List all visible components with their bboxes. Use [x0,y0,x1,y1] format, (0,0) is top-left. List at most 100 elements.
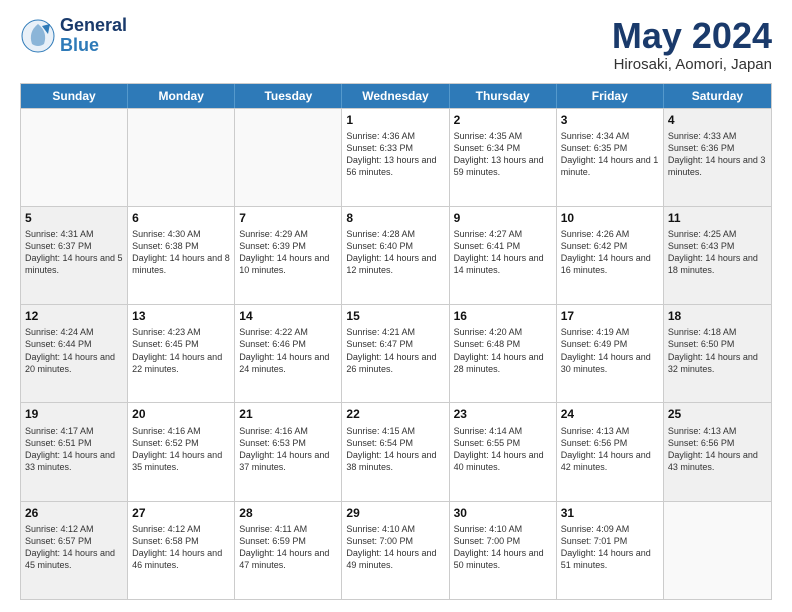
daylight-text: Daylight: 14 hours and 40 minutes. [454,449,552,473]
cal-cell-empty [664,502,771,599]
sunset-text: Sunset: 6:37 PM [25,240,123,252]
sunrise-text: Sunrise: 4:16 AM [132,425,230,437]
cal-cell-5: 5Sunrise: 4:31 AMSunset: 6:37 PMDaylight… [21,207,128,304]
sunrise-text: Sunrise: 4:36 AM [346,130,444,142]
sunset-text: Sunset: 6:56 PM [668,437,767,449]
day-number: 14 [239,308,337,324]
calendar-subtitle: Hirosaki, Aomori, Japan [612,56,772,73]
cal-cell-empty [21,109,128,206]
sunset-text: Sunset: 6:55 PM [454,437,552,449]
sunrise-text: Sunrise: 4:23 AM [132,326,230,338]
day-number: 26 [25,505,123,521]
header-cell-sunday: Sunday [21,84,128,108]
logo-line2: Blue [60,36,127,56]
sunrise-text: Sunrise: 4:12 AM [25,523,123,535]
sunrise-text: Sunrise: 4:25 AM [668,228,767,240]
calendar-row-2: 12Sunrise: 4:24 AMSunset: 6:44 PMDayligh… [21,304,771,402]
cal-cell-20: 20 Sunrise: 4:16 AMSunset: 6:52 PMDayligh… [128,403,235,500]
day-number: 20 [132,406,230,422]
daylight-text: Daylight: 14 hours and 43 minutes. [668,449,767,473]
sunset-text: Sunset: 6:49 PM [561,338,659,350]
day-number: 6 [132,210,230,226]
day-number: 27 [132,505,230,521]
header-cell-thursday: Thursday [450,84,557,108]
cal-cell-8: 8 Sunrise: 4:28 AMSunset: 6:40 PMDaylight… [342,207,449,304]
cal-cell-6: 6Sunrise: 4:30 AMSunset: 6:38 PMDaylight… [128,207,235,304]
sunset-text: Sunset: 6:43 PM [668,240,767,252]
daylight-text: Daylight: 14 hours and 50 minutes. [454,547,552,571]
cal-cell-13: 13Sunrise: 4:23 AMSunset: 6:45 PMDayligh… [128,305,235,402]
sunrise-text: Sunrise: 4:22 AM [239,326,337,338]
cal-cell-14: 14Sunrise: 4:22 AMSunset: 6:46 PMDayligh… [235,305,342,402]
sunrise-text: Sunrise: 4:28 AM [346,228,444,240]
sunset-text: Sunset: 6:52 PM [132,437,230,449]
sunset-text: Sunset: 6:34 PM [454,142,552,154]
cal-cell-19: 19Sunrise: 4:17 AMSunset: 6:51 PMDayligh… [21,403,128,500]
sunrise-text: Sunrise: 4:20 AM [454,326,552,338]
sunrise-text: Sunrise: 4:34 AM [561,130,659,142]
day-number: 28 [239,505,337,521]
daylight-text: Daylight: 14 hours and 35 minutes. [132,449,230,473]
day-number: 11 [668,210,767,226]
sunrise-text: Sunrise: 4:09 AM [561,523,659,535]
cal-cell-22: 22Sunrise: 4:15 AMSunset: 6:54 PMDayligh… [342,403,449,500]
calendar-row-0: 1Sunrise: 4:36 AMSunset: 6:33 PMDaylight… [21,108,771,206]
cal-cell-31: 31Sunrise: 4:09 AMSunset: 7:01 PMDayligh… [557,502,664,599]
sunset-text: Sunset: 6:40 PM [346,240,444,252]
daylight-text: Daylight: 14 hours and 1 minute. [561,154,659,178]
sunrise-text: Sunrise: 4:27 AM [454,228,552,240]
sunrise-text: Sunrise: 4:15 AM [346,425,444,437]
sunset-text: Sunset: 6:33 PM [346,142,444,154]
day-number: 30 [454,505,552,521]
calendar-header: SundayMondayTuesdayWednesdayThursdayFrid… [21,84,771,108]
cal-cell-2: 2Sunrise: 4:35 AMSunset: 6:34 PMDaylight… [450,109,557,206]
sunset-text: Sunset: 6:39 PM [239,240,337,252]
day-number: 17 [561,308,659,324]
daylight-text: Daylight: 14 hours and 16 minutes. [561,252,659,276]
sunrise-text: Sunrise: 4:13 AM [668,425,767,437]
sunrise-text: Sunrise: 4:24 AM [25,326,123,338]
cal-cell-11: 11 Sunrise: 4:25 AMSunset: 6:43 PMDayligh… [664,207,771,304]
calendar-row-3: 19 Sunrise: 4:17 AMSunset: 6:51 PM Dayligh… [21,402,771,500]
day-number: 15 [346,308,444,324]
sunrise-text: Sunrise: 4:18 AM [668,326,767,338]
daylight-text: Daylight: 14 hours and 12 minutes. [346,252,444,276]
sunset-text: Sunset: 7:00 PM [346,535,444,547]
cal-cell-26: 26Sunrise: 4:12 AMSunset: 6:57 PMDayligh… [21,502,128,599]
daylight-text: Daylight: 14 hours and 5 minutes. [25,252,123,276]
header-cell-monday: Monday [128,84,235,108]
sunrise-text: Sunrise: 4:17 AM [25,425,123,437]
cal-cell-23: 23Sunrise: 4:14 AMSunset: 6:55 PMDayligh… [450,403,557,500]
sunset-text: Sunset: 6:38 PM [132,240,230,252]
sunset-text: Sunset: 6:51 PM [25,437,123,449]
sunrise-text: Sunrise: 4:16 AM [239,425,337,437]
day-number: 12 [25,308,123,324]
sunrise-text: Sunrise: 4:19 AM [561,326,659,338]
cal-cell-7: 7Sunrise: 4:29 AMSunset: 6:39 PMDaylight… [235,207,342,304]
day-number: 31 [561,505,659,521]
day-number: 21 [239,406,337,422]
day-number: 3 [561,112,659,128]
daylight-text: Daylight: 14 hours and 24 minutes. [239,351,337,375]
day-number: 8 [346,210,444,226]
sunrise-text: Sunrise: 4:14 AM [454,425,552,437]
sunset-text: Sunset: 7:01 PM [561,535,659,547]
daylight-text: Daylight: 14 hours and 22 minutes. [132,351,230,375]
cal-cell-17: 17 Sunrise: 4:19 AMSunset: 6:49 PMDayligh… [557,305,664,402]
cal-cell-empty [235,109,342,206]
title-block: May 2024 Hirosaki, Aomori, Japan [612,16,772,73]
cal-cell-15: 15Sunrise: 4:21 AMSunset: 6:47 PMDayligh… [342,305,449,402]
day-number: 16 [454,308,552,324]
daylight-text: Daylight: 14 hours and 18 minutes. [668,252,767,276]
cal-cell-empty [128,109,235,206]
sunset-text: Sunset: 6:58 PM [132,535,230,547]
sunset-text: Sunset: 6:36 PM [668,142,767,154]
header-cell-friday: Friday [557,84,664,108]
daylight-text: Daylight: 14 hours and 30 minutes. [561,351,659,375]
header-cell-saturday: Saturday [664,84,771,108]
day-number: 19 [25,406,123,422]
daylight-text: Daylight: 14 hours and 49 minutes. [346,547,444,571]
cal-cell-25: 25Sunrise: 4:13 AMSunset: 6:56 PMDayligh… [664,403,771,500]
sunset-text: Sunset: 6:53 PM [239,437,337,449]
daylight-text: Daylight: 14 hours and 37 minutes. [239,449,337,473]
